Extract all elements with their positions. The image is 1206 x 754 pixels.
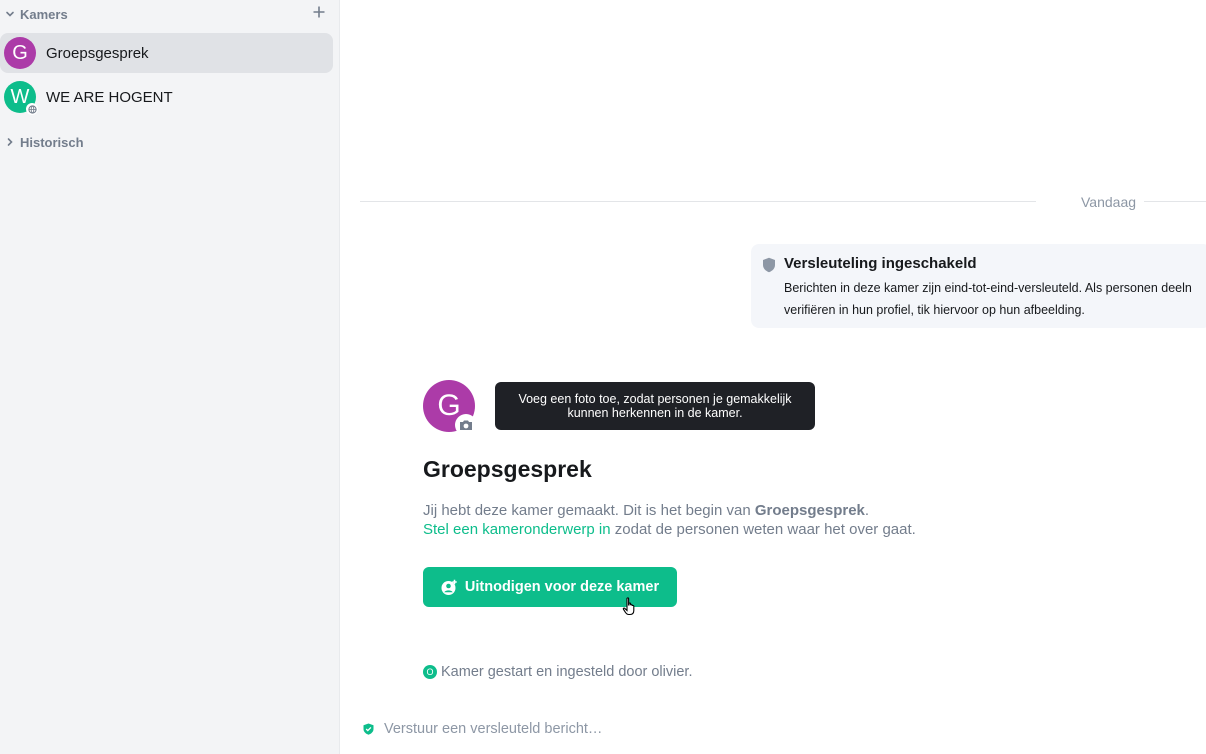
encryption-title: Versleuteling ingeschakeld: [784, 255, 977, 272]
rooms-section-label: Kamers: [20, 6, 68, 22]
plus-icon: [313, 6, 325, 18]
room-name: Groepsgesprek: [46, 44, 149, 62]
shield-check-icon: [363, 723, 374, 735]
room-timeline: Vandaag Versleuteling ingeschakeld Beric…: [341, 0, 1206, 754]
room-list-sidebar: Kamers G Groepsgesprek W WE ARE HOGENT H…: [0, 0, 340, 754]
avatar-letter: O: [426, 667, 434, 677]
room-item-we-are-hogent[interactable]: W WE ARE HOGENT: [0, 77, 333, 117]
event-text: Kamer gestart en ingesteld door olivier.: [441, 664, 693, 680]
room-avatar: G: [4, 37, 36, 69]
divider: [360, 201, 1036, 202]
set-topic-link[interactable]: Stel een kameronderwerp in: [423, 521, 611, 538]
add-user-icon: [441, 579, 458, 596]
public-room-badge: [26, 103, 38, 115]
camera-badge[interactable]: [455, 414, 477, 436]
room-name: WE ARE HOGENT: [46, 88, 173, 106]
message-composer: [363, 716, 1203, 742]
date-separator-label: Vandaag: [1081, 194, 1137, 210]
encryption-description: Berichten in deze kamer zijn eind-tot-ei…: [784, 277, 1206, 321]
invite-button-label: Uitnodigen voor deze kamer: [464, 579, 660, 595]
rooms-section-header[interactable]: Kamers: [0, 0, 340, 28]
room-topic-line: Stel een kameronderwerp in zodat de pers…: [423, 520, 916, 539]
created-room-name: Groepsgesprek: [754, 502, 865, 519]
encryption-description-line: verifiëren in hun profiel, tik hiervoor …: [784, 303, 1085, 317]
historical-section-header[interactable]: Historisch: [0, 128, 340, 156]
encryption-notice: Versleuteling ingeschakeld Berichten in …: [751, 244, 1206, 328]
room-created-event: O Kamer gestart en ingesteld door olivie…: [423, 664, 692, 680]
divider: [1144, 201, 1206, 202]
created-prefix: Jij hebt deze kamer gemaakt. Dit is het …: [423, 502, 755, 519]
camera-icon: [460, 420, 472, 430]
hand-cursor-icon: [622, 597, 635, 616]
date-separator: Vandaag: [360, 190, 1206, 214]
topic-suffix: zodat de personen weten waar het over ga…: [610, 521, 916, 538]
room-intro-text: Jij hebt deze kamer gemaakt. Dit is het …: [423, 501, 916, 539]
chevron-down-icon: [6, 11, 14, 17]
avatar-tooltip: Voeg een foto toe, zodat personen je gem…: [495, 382, 815, 430]
historical-section-label: Historisch: [20, 134, 84, 150]
add-room-button[interactable]: [310, 3, 328, 21]
room-created-line: Jij hebt deze kamer gemaakt. Dit is het …: [423, 501, 916, 520]
chevron-right-icon: [7, 138, 13, 146]
shield-icon: [763, 257, 775, 273]
user-avatar[interactable]: O: [423, 665, 437, 679]
room-item-groepsgesprek[interactable]: G Groepsgesprek: [0, 33, 333, 73]
globe-icon: [27, 104, 37, 114]
message-input[interactable]: [382, 720, 1086, 738]
avatar-letter: G: [12, 41, 28, 64]
invite-button[interactable]: Uitnodigen voor deze kamer: [423, 567, 677, 607]
encryption-description-line: Berichten in deze kamer zijn eind-tot-ei…: [784, 281, 1192, 295]
room-title: Groepsgesprek: [423, 456, 592, 482]
room-avatar: W: [4, 81, 38, 115]
created-suffix: .: [864, 502, 870, 519]
